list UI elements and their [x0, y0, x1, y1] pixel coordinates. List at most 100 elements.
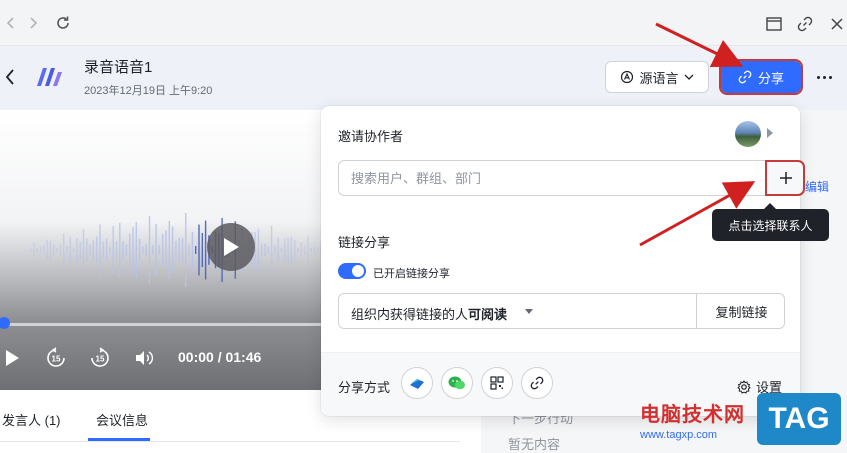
- tab-speakers[interactable]: 发言人 (1): [2, 410, 61, 429]
- waveform-bar: [152, 244, 154, 256]
- waveform-bar: [198, 224, 200, 276]
- waveform-bar: [129, 233, 131, 267]
- refresh-icon[interactable]: [52, 12, 74, 34]
- waveform-bar: [122, 241, 124, 259]
- waveform-bar: [257, 228, 260, 272]
- copy-link-button[interactable]: 复制链接: [696, 294, 786, 328]
- play-button[interactable]: [207, 223, 255, 271]
- playback-controls: 15 15 00:00 / 01:46: [0, 344, 330, 372]
- waveform-visualization: [30, 212, 326, 288]
- empty-state-text: 暂无内容: [508, 437, 561, 452]
- svg-text:15: 15: [52, 355, 61, 364]
- waveform-bar: [307, 236, 309, 264]
- forward-15-icon[interactable]: 15: [88, 346, 112, 370]
- link-share-toggle[interactable]: [338, 263, 366, 279]
- waveform-bar: [310, 248, 312, 252]
- add-contact-button[interactable]: [765, 160, 805, 196]
- link-share-title: 链接分享: [338, 235, 391, 250]
- back-icon[interactable]: [0, 62, 20, 92]
- waveform-bar: [168, 220, 170, 280]
- waveform-bar: [112, 226, 114, 274]
- waveform-bar: [290, 236, 293, 264]
- waveform-bar: [99, 224, 101, 276]
- waveform-bar: [36, 248, 38, 252]
- play-icon[interactable]: [0, 346, 24, 370]
- permission-level: 可阅读: [468, 307, 508, 322]
- forward-nav-icon[interactable]: [22, 12, 44, 34]
- avatar[interactable]: [735, 121, 761, 147]
- waveform-bar: [69, 237, 71, 263]
- waveform-bar: [264, 243, 266, 257]
- invite-collaborators-title: 邀请协作者: [338, 129, 404, 144]
- app-logo-icon: [34, 62, 68, 92]
- waveform-bar: [201, 232, 203, 268]
- waveform-bar: [148, 216, 151, 284]
- tab-meeting-info[interactable]: 会议信息: [96, 410, 148, 429]
- playback-time: 00:00 / 01:46: [178, 349, 262, 365]
- waveform-bar: [72, 248, 75, 252]
- document-title: 录音语音1: [84, 59, 153, 76]
- waveform-bar: [92, 240, 95, 260]
- link-permission-select[interactable]: 组织内获得链接的人可阅读: [351, 304, 507, 323]
- waveform-bar: [188, 244, 190, 256]
- caret-down-icon[interactable]: [525, 309, 533, 314]
- waveform-bar: [313, 246, 316, 254]
- waveform-bar: [294, 240, 296, 260]
- more-options-icon[interactable]: [811, 66, 837, 88]
- waveform-bar: [267, 245, 269, 255]
- waveform-bar: [86, 238, 88, 262]
- feishu-share-icon[interactable]: [401, 367, 433, 399]
- waveform-bar: [119, 222, 121, 278]
- waveform-bar: [96, 236, 98, 264]
- back-nav-icon[interactable]: [0, 12, 22, 34]
- waveform-bar: [56, 247, 58, 253]
- gear-icon: [737, 379, 751, 394]
- wechat-share-icon[interactable]: [441, 367, 473, 399]
- volume-icon[interactable]: [132, 346, 156, 370]
- watermark-url: www.tagxp.com: [640, 429, 718, 441]
- waveform-bar: [185, 212, 187, 288]
- share-button[interactable]: 分享: [719, 59, 803, 95]
- waveform-bar: [297, 247, 299, 253]
- waveform-bar: [204, 220, 207, 280]
- waveform-bar: [79, 241, 81, 259]
- waveform-bar: [142, 246, 144, 254]
- waveform-bar: [195, 246, 197, 254]
- rewind-15-icon[interactable]: 15: [44, 346, 68, 370]
- waveform-bar: [46, 239, 48, 261]
- progress-handle[interactable]: [0, 317, 10, 329]
- waveform-bar: [66, 246, 68, 254]
- permission-scope: 组织内获得链接的人: [351, 307, 469, 322]
- play-icon: [224, 238, 239, 256]
- waveform-bar: [33, 242, 35, 258]
- link-icon: [738, 70, 752, 84]
- progress-track[interactable]: [0, 323, 330, 326]
- waveform-bar: [49, 240, 52, 260]
- svg-text:15: 15: [96, 355, 105, 364]
- qr-code-icon[interactable]: [481, 367, 513, 399]
- window-icon[interactable]: [764, 14, 784, 34]
- waveform-bar: [165, 230, 167, 270]
- waveform-bar: [191, 232, 194, 268]
- waveform-bar: [162, 233, 164, 267]
- waveform-bar: [155, 223, 157, 277]
- waveform-bar: [53, 244, 55, 256]
- document-header: 录音语音1 2023年12月19日 上午9:20 源语言 分享: [0, 46, 847, 110]
- edit-link[interactable]: 编辑: [805, 178, 829, 195]
- collaborator-search-box: [338, 160, 805, 196]
- waveform-bar: [303, 245, 306, 255]
- link-icon[interactable]: [795, 14, 815, 34]
- share-popover: 邀请协作者 链接分享 已开启链接分享 组织内获得链接的人可阅读 复制链接 分享方…: [321, 106, 805, 416]
- waveform-bar: [270, 225, 273, 275]
- waveform-bar: [158, 245, 161, 255]
- collaborator-search-input[interactable]: [351, 161, 746, 195]
- source-language-button[interactable]: 源语言: [605, 61, 709, 93]
- link-icon[interactable]: [521, 367, 553, 399]
- waveform-bar: [102, 241, 104, 259]
- close-icon[interactable]: [827, 14, 847, 34]
- select-contact-tooltip: 点击选择联系人: [712, 203, 829, 241]
- caret-right-icon[interactable]: [767, 128, 773, 138]
- waveform-bar: [125, 244, 128, 256]
- waveform-bar: [317, 248, 319, 252]
- document-date: 2023年12月19日 上午9:20: [84, 85, 213, 97]
